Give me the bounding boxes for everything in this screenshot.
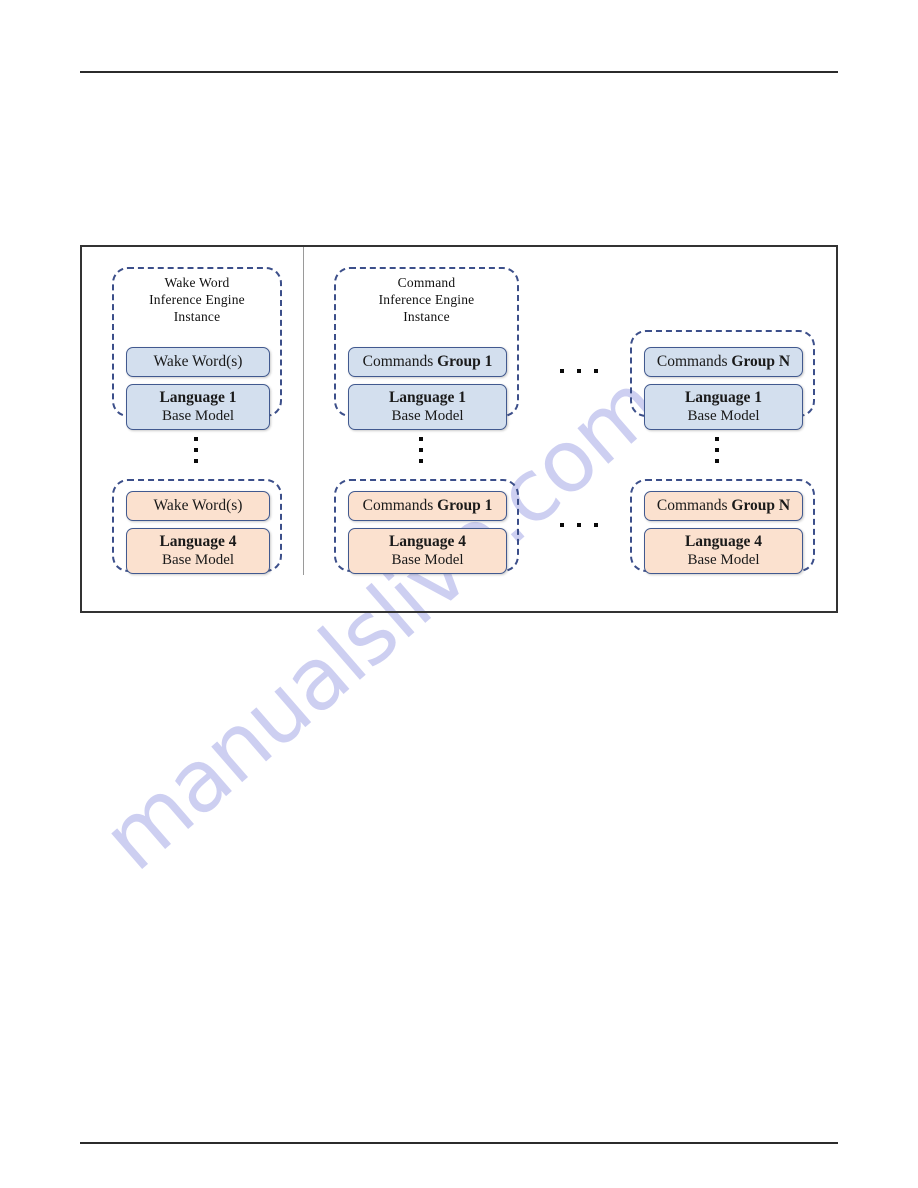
commands-group-label: Commands Group N (657, 353, 790, 371)
model-language-label: Language 4 (388, 533, 467, 550)
header-rule (80, 71, 838, 73)
header-line-2: Inference Engine (378, 292, 475, 307)
model-language-label: Language 1 (684, 389, 763, 406)
wake-words-box-bottom: Wake Word(s) (126, 491, 270, 521)
dot (577, 523, 581, 527)
commands-group-box-bottom-1: Commands Group 1 (348, 491, 507, 521)
command-instance-header: Command Inference Engine Instance (336, 269, 517, 325)
base-model-box-cmdn-top: Language 1 Base Model (644, 384, 803, 430)
commands-emphasis: Group 1 (437, 353, 493, 370)
commands-group-label: Commands Group 1 (363, 497, 493, 515)
group-command-n-language-1: Commands Group N Language 1 Base Model (630, 330, 815, 430)
model-base-label: Base Model (161, 408, 235, 424)
dot (419, 448, 423, 452)
group-command-1-language-1: Command Inference Engine Instance Comman… (334, 267, 519, 430)
commands-emphasis: Group N (731, 353, 791, 370)
footer-rule (80, 1142, 838, 1144)
dot (194, 459, 198, 463)
header-line-3: Instance (403, 309, 450, 324)
base-model-box-wake-top: Language 1 Base Model (126, 384, 270, 430)
header-line-3: Instance (173, 309, 221, 324)
commands-emphasis: Group N (731, 497, 791, 514)
model-base-label: Base Model (687, 552, 760, 568)
base-model-box-cmdn-bottom: Language 4 Base Model (644, 528, 803, 574)
dot (560, 523, 564, 527)
model-language-label: Language 4 (684, 533, 763, 550)
model-language-label: Language 1 (159, 389, 237, 406)
column-separator (303, 247, 304, 575)
header-line-1: Command (397, 275, 456, 290)
wake-word-instance-header: Wake Word Inference Engine Instance (114, 269, 280, 325)
dot (560, 369, 564, 373)
model-language-label: Language 4 (159, 533, 237, 550)
dot (594, 523, 598, 527)
dot (715, 459, 719, 463)
ellipsis-horizontal-bottom (560, 523, 598, 527)
commands-emphasis: Group 1 (437, 497, 493, 514)
group-command-1-language-4: Commands Group 1 Language 4 Base Model (334, 479, 519, 574)
base-model-box-wake-bottom: Language 4 Base Model (126, 528, 270, 574)
ellipsis-vertical-command-n (715, 437, 719, 463)
model-base-label: Base Model (391, 552, 464, 568)
wake-words-label: Wake Word(s) (153, 353, 243, 370)
dot (419, 459, 423, 463)
ellipsis-vertical-command-1 (419, 437, 423, 463)
model-base-label: Base Model (687, 408, 760, 424)
commands-prefix: Commands (656, 497, 732, 514)
group-command-n-language-4: Commands Group N Language 4 Base Model (630, 479, 815, 574)
wake-words-label: Wake Word(s) (153, 497, 243, 514)
model-base-label: Base Model (161, 552, 235, 568)
commands-prefix: Commands (656, 353, 732, 370)
dot (194, 448, 198, 452)
model-base-label: Base Model (391, 408, 464, 424)
commands-group-label: Commands Group N (657, 497, 790, 515)
dot (715, 448, 719, 452)
header-line-1: Wake Word (164, 275, 230, 290)
dot (594, 369, 598, 373)
wake-words-box-top: Wake Word(s) (126, 347, 270, 377)
group-wake-word-language-4: Wake Word(s) Language 4 Base Model (112, 479, 282, 574)
commands-group-label: Commands Group 1 (363, 353, 493, 371)
dot (194, 437, 198, 441)
commands-prefix: Commands (362, 353, 438, 370)
figure-frame: Wake Word Inference Engine Instance Wake… (80, 245, 838, 613)
group-wake-word-language-1: Wake Word Inference Engine Instance Wake… (112, 267, 282, 430)
commands-prefix: Commands (362, 497, 438, 514)
commands-group-box-bottom-n: Commands Group N (644, 491, 803, 521)
dot (715, 437, 719, 441)
ellipsis-vertical-wake-word (194, 437, 198, 463)
base-model-box-cmd1-top: Language 1 Base Model (348, 384, 507, 430)
commands-group-box-top-1: Commands Group 1 (348, 347, 507, 377)
commands-group-box-top-n: Commands Group N (644, 347, 803, 377)
base-model-box-cmd1-bottom: Language 4 Base Model (348, 528, 507, 574)
dot (577, 369, 581, 373)
ellipsis-horizontal-top (560, 369, 598, 373)
dot (419, 437, 423, 441)
header-line-2: Inference Engine (149, 292, 245, 307)
model-language-label: Language 1 (388, 389, 467, 406)
